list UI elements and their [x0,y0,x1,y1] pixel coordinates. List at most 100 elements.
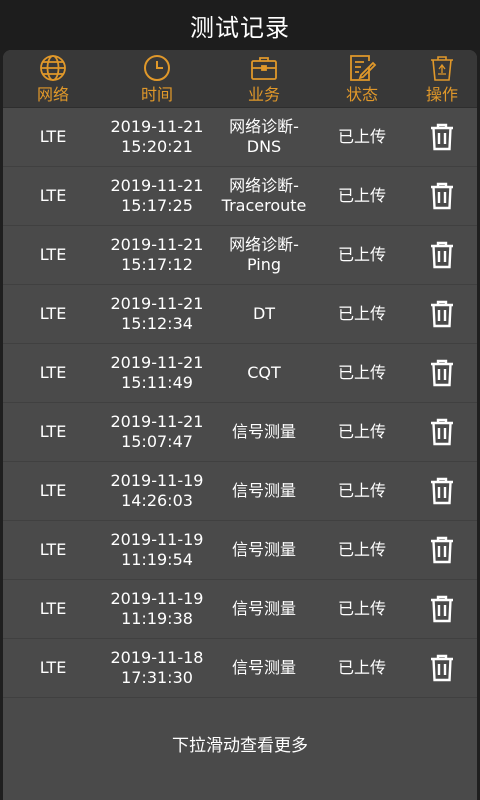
delete-button[interactable] [407,536,477,564]
record-status: 已上传 [337,363,386,382]
record-row[interactable]: LTE 2019-11-21 15:17:12 网络诊断- Ping 已上传 [3,226,477,285]
record-business-line1: 信号测量 [231,599,296,618]
record-row[interactable]: LTE 2019-11-21 15:11:49 CQT 已上传 [3,344,477,403]
delete-button[interactable] [407,418,477,446]
record-business-line1: 网络诊断- [229,176,299,195]
trash-icon [429,418,455,446]
header-status-label: 状态 [345,85,378,104]
record-row[interactable]: LTE 2019-11-18 17:31:30 信号测量 已上传 [3,639,477,698]
record-business-line2: Ping [246,255,282,274]
delete-button[interactable] [407,477,477,505]
record-status: 已上传 [337,422,386,441]
page-title: 测试记录 [190,13,290,42]
record-datetime: 2019-11-19 11:19:38 [103,589,211,629]
record-row[interactable]: LTE 2019-11-21 15:20:21 网络诊断- DNS 已上传 [3,108,477,167]
record-business-line1: 信号测量 [231,422,296,441]
record-date: 2019-11-21 [110,117,204,136]
record-time: 15:07:47 [121,432,193,451]
delete-button[interactable] [407,182,477,210]
record-business-line1: CQT [247,363,281,382]
record-date: 2019-11-19 [110,471,204,490]
recycle-bin-icon [427,53,457,83]
record-time: 15:17:12 [121,255,193,274]
header-time-label: 时间 [140,85,173,104]
record-datetime: 2019-11-21 15:07:47 [103,412,211,452]
record-network: LTE [39,245,67,264]
record-network: LTE [39,422,67,441]
record-time: 15:17:25 [121,196,193,215]
record-date: 2019-11-21 [110,294,204,313]
record-time: 11:19:38 [121,609,193,628]
delete-button[interactable] [407,123,477,151]
record-date: 2019-11-21 [110,176,204,195]
header-network-label: 网络 [36,85,69,104]
record-business-line1: 网络诊断- [229,235,299,254]
record-business: 网络诊断- Traceroute [211,176,317,216]
record-row[interactable]: LTE 2019-11-19 14:26:03 信号测量 已上传 [3,462,477,521]
record-status: 已上传 [337,599,386,618]
record-time: 11:19:54 [121,550,193,569]
record-status: 已上传 [337,540,386,559]
record-network: LTE [39,186,67,205]
record-row[interactable]: LTE 2019-11-21 15:07:47 信号测量 已上传 [3,403,477,462]
record-business-line1: 信号测量 [231,540,296,559]
header-network: 网络 [3,50,103,107]
load-more-hint[interactable]: 下拉滑动查看更多 [3,698,477,788]
record-business: 信号测量 [211,481,317,501]
header-time: 时间 [103,50,211,107]
delete-button[interactable] [407,595,477,623]
record-row[interactable]: LTE 2019-11-21 15:17:25 网络诊断- Traceroute… [3,167,477,226]
trash-icon [429,123,455,151]
record-network: LTE [39,127,67,146]
header-status: 状态 [317,50,407,107]
record-date: 2019-11-21 [110,412,204,431]
record-time: 15:20:21 [121,137,193,156]
record-business-line1: 信号测量 [231,481,296,500]
trash-icon [429,477,455,505]
trash-icon [429,241,455,269]
record-datetime: 2019-11-21 15:17:25 [103,176,211,216]
record-date: 2019-11-19 [110,530,204,549]
record-business-line1: DT [252,304,276,323]
record-business-line1: 网络诊断- [229,117,299,136]
record-datetime: 2019-11-19 14:26:03 [103,471,211,511]
record-network: LTE [39,481,67,500]
record-time: 17:31:30 [121,668,193,687]
records-panel: 网络 时间 业务 状态 操作 LTE 2019-11-21 15:20:21 网… [3,50,477,800]
record-business: 网络诊断- Ping [211,235,317,275]
trash-icon [429,595,455,623]
load-more-label: 下拉滑动查看更多 [172,735,308,756]
delete-button[interactable] [407,359,477,387]
record-business: DT [211,304,317,324]
globe-icon [38,53,68,83]
trash-icon [429,182,455,210]
delete-button[interactable] [407,241,477,269]
record-row[interactable]: LTE 2019-11-19 11:19:38 信号测量 已上传 [3,580,477,639]
title-bar: 测试记录 [0,0,480,50]
record-business-line2: Traceroute [221,196,307,215]
record-datetime: 2019-11-21 15:12:34 [103,294,211,334]
record-business: 信号测量 [211,422,317,442]
record-datetime: 2019-11-21 15:20:21 [103,117,211,157]
record-network: LTE [39,658,67,677]
record-network: LTE [39,304,67,323]
record-datetime: 2019-11-21 15:11:49 [103,353,211,393]
table-header: 网络 时间 业务 状态 操作 [3,50,477,108]
record-business: 信号测量 [211,540,317,560]
record-time: 15:12:34 [121,314,193,333]
record-status: 已上传 [337,481,386,500]
record-network: LTE [39,363,67,382]
record-row[interactable]: LTE 2019-11-19 11:19:54 信号测量 已上传 [3,521,477,580]
record-network: LTE [39,540,67,559]
briefcase-icon [249,53,279,83]
record-datetime: 2019-11-19 11:19:54 [103,530,211,570]
record-datetime: 2019-11-21 15:17:12 [103,235,211,275]
record-status: 已上传 [337,186,386,205]
record-date: 2019-11-19 [110,589,204,608]
record-row[interactable]: LTE 2019-11-21 15:12:34 DT 已上传 [3,285,477,344]
record-status: 已上传 [337,245,386,264]
header-business: 业务 [211,50,317,107]
delete-button[interactable] [407,300,477,328]
delete-button[interactable] [407,654,477,682]
records-list: LTE 2019-11-21 15:20:21 网络诊断- DNS 已上传 LT… [3,108,477,698]
